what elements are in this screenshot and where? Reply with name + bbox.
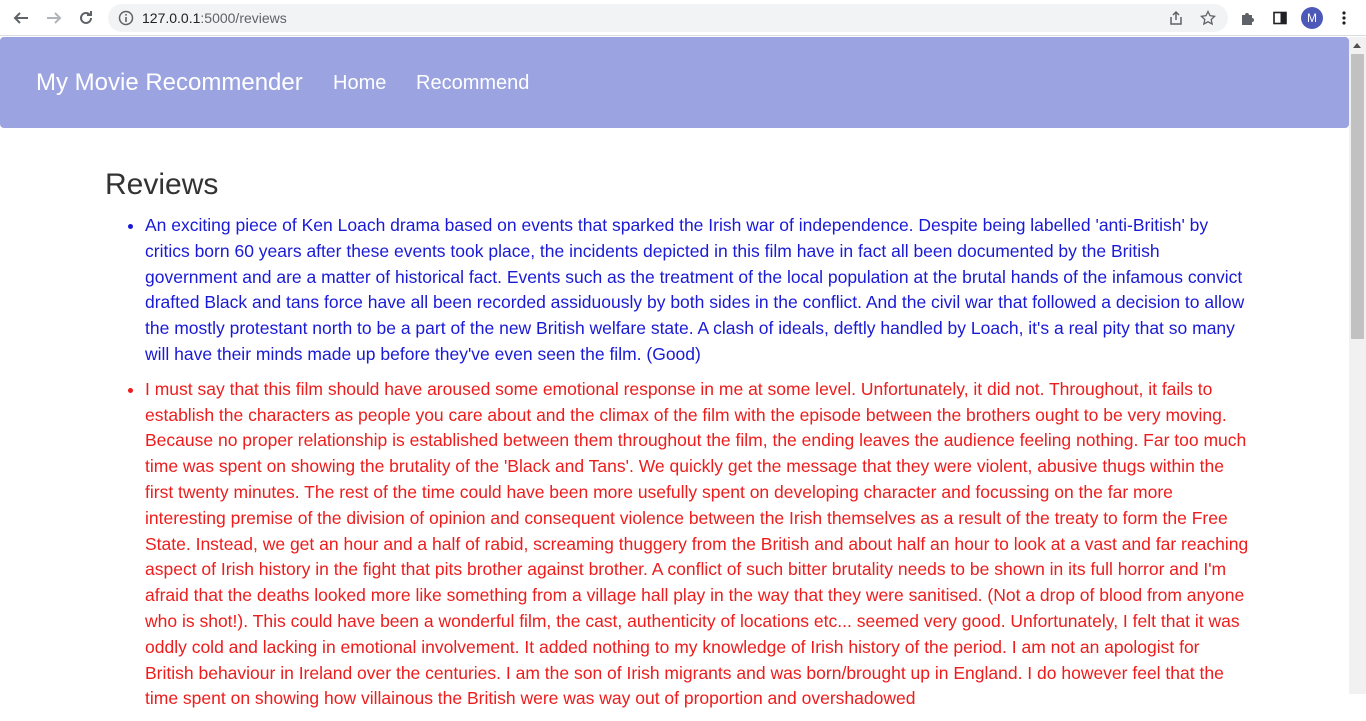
- browser-toolbar: 127.0.0.1:5000/reviews M: [0, 0, 1366, 36]
- reload-icon: [80, 11, 92, 24]
- share-icon: [1170, 10, 1182, 25]
- arrow-left-icon: [13, 12, 28, 24]
- brand-link[interactable]: My Movie Recommender: [36, 69, 303, 97]
- star-icon: [1200, 10, 1216, 26]
- menu-button[interactable]: [1332, 6, 1356, 30]
- review-text: I must say that this film should have ar…: [145, 378, 1249, 709]
- page-scrollbar[interactable]: [1349, 37, 1366, 694]
- extensions-button[interactable]: [1236, 6, 1260, 30]
- review-text: An exciting piece of Ken Loach drama bas…: [145, 215, 1245, 364]
- side-panel-button[interactable]: [1268, 6, 1292, 30]
- address-bar[interactable]: 127.0.0.1:5000/reviews: [108, 4, 1228, 32]
- kebab-menu-icon: [1342, 11, 1346, 25]
- info-icon[interactable]: [118, 10, 134, 26]
- url-path: :5000/reviews: [200, 10, 287, 26]
- nav-recommend-link[interactable]: Recommend: [416, 72, 529, 95]
- review-list: An exciting piece of Ken Loach drama bas…: [105, 213, 1250, 712]
- url-host: 127.0.0.1: [142, 10, 201, 26]
- nav-home-link[interactable]: Home: [333, 72, 386, 95]
- url-text: 127.0.0.1:5000/reviews: [142, 10, 287, 26]
- share-button[interactable]: [1164, 6, 1188, 30]
- scroll-thumb[interactable]: [1351, 54, 1364, 339]
- forward-button[interactable]: [42, 6, 66, 30]
- bookmark-button[interactable]: [1196, 6, 1220, 30]
- reload-button[interactable]: [74, 6, 98, 30]
- back-button[interactable]: [9, 6, 33, 30]
- review-item-bad: I must say that this film should have ar…: [145, 377, 1250, 712]
- side-panel-icon: [1273, 11, 1287, 25]
- scroll-up-icon[interactable]: [1353, 43, 1361, 48]
- page-title: Reviews: [105, 168, 219, 201]
- puzzle-icon: [1242, 13, 1254, 25]
- navbar: My Movie Recommender Home Recommend: [0, 37, 1349, 128]
- profile-avatar[interactable]: M: [1301, 7, 1323, 29]
- main-content: Reviews An exciting piece of Ken Loach d…: [105, 165, 1250, 721]
- review-item-good: An exciting piece of Ken Loach drama bas…: [145, 213, 1250, 368]
- arrow-right-icon: [47, 12, 62, 24]
